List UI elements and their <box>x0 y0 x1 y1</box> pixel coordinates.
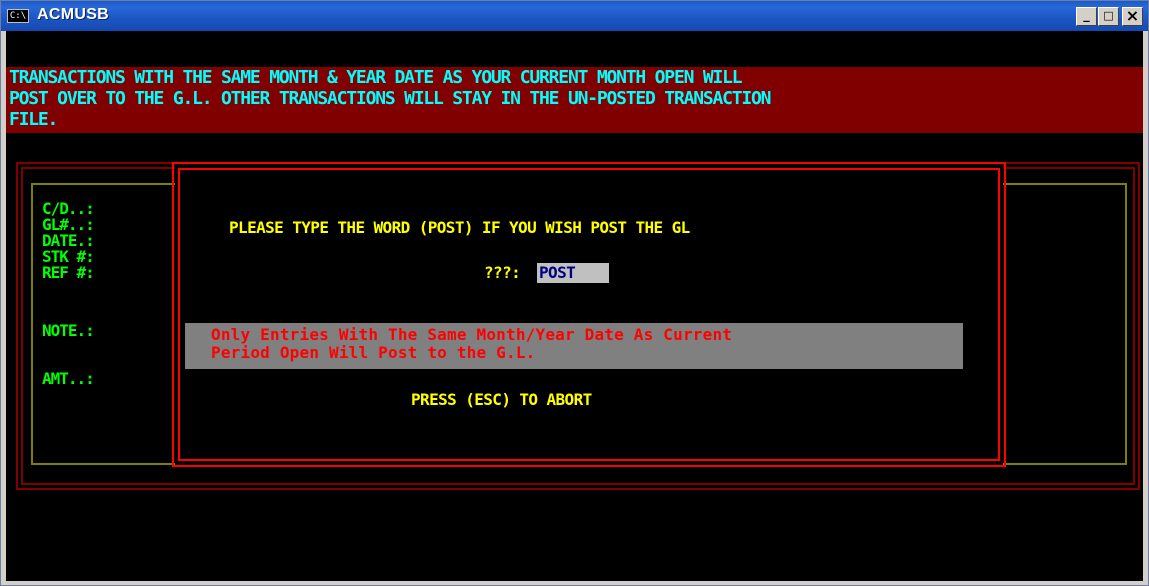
console-icon[interactable]: C:\ <box>7 9 29 23</box>
form-label-note: NOTE.: <box>42 321 95 340</box>
title-bar[interactable]: C:\ ACMUSB _ □ × <box>1 1 1148 31</box>
console-area[interactable]: TRANSACTIONS WITH THE SAME MONTH & YEAR … <box>6 31 1143 581</box>
minimize-button[interactable]: _ <box>1076 7 1097 26</box>
window-title: ACMUSB <box>37 6 110 23</box>
input-label: ???: <box>484 263 521 282</box>
post-input-value[interactable]: POST <box>539 263 576 283</box>
form-label-ref: REF #: <box>42 263 95 282</box>
console-window: C:\ ACMUSB _ □ × TRANSACTIONS WITH THE S… <box>0 0 1149 586</box>
banner-line-1: TRANSACTIONS WITH THE SAME MONTH & YEAR … <box>9 67 743 88</box>
info-banner: TRANSACTIONS WITH THE SAME MONTH & YEAR … <box>6 67 1143 133</box>
post-prompt: PLEASE TYPE THE WORD (POST) IF YOU WISH … <box>229 218 690 237</box>
form-label-amt: AMT..: <box>42 369 95 388</box>
note-line-2: Period Open Will Post to the G.L. <box>211 343 536 362</box>
banner-line-2: POST OVER TO THE G.L. OTHER TRANSACTIONS… <box>9 88 772 109</box>
dialog-frame-inner <box>178 168 1000 461</box>
maximize-button[interactable]: □ <box>1098 7 1119 26</box>
banner-line-3: FILE. <box>9 109 58 130</box>
note-line-1: Only Entries With The Same Month/Year Da… <box>211 325 733 344</box>
abort-hint: PRESS (ESC) TO ABORT <box>411 390 592 409</box>
close-button[interactable]: × <box>1122 7 1143 26</box>
